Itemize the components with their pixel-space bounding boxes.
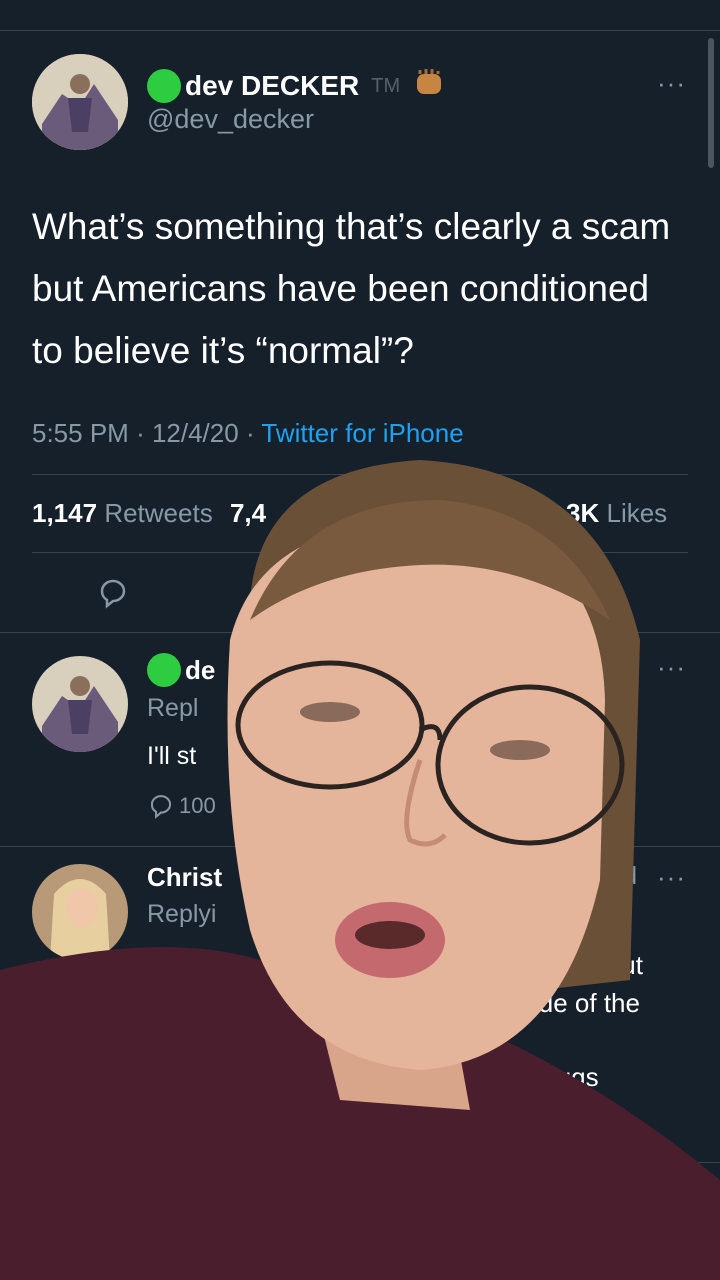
replying-to: Repl	[147, 694, 199, 722]
reply-text-line1: word, but	[536, 950, 643, 980]
scrollbar[interactable]	[708, 38, 714, 168]
tweet-meta: 5:55 PM · 12/4/20 · Twitter for iPhone	[32, 418, 464, 448]
reply-display-name[interactable]: de	[185, 655, 215, 686]
reply-text: I'll st	[147, 742, 197, 770]
top-divider	[0, 30, 720, 31]
reply-text-line3: ation drugs	[470, 1062, 599, 1092]
display-name-row[interactable]: dev DECKER TM	[147, 66, 444, 106]
stats-top-divider	[32, 474, 688, 475]
likes-label: Likes	[606, 498, 668, 528]
likes-stat[interactable]: 3K Likes	[566, 498, 667, 529]
bottom-divider	[0, 1162, 720, 1163]
reply-time-value: 2d	[609, 862, 638, 890]
reply-count-value: 100	[179, 793, 216, 818]
reply-icon[interactable]	[96, 576, 130, 615]
likes-count: 3K	[566, 498, 600, 528]
reply-divider	[0, 846, 720, 847]
handle[interactable]: @dev_decker	[147, 104, 314, 135]
replying-to: Replyi	[147, 900, 217, 928]
avatar[interactable]	[32, 54, 128, 150]
reply-avatar[interactable]	[32, 864, 128, 960]
more-icon[interactable]: ···	[657, 68, 686, 99]
reply-display-name[interactable]: Christ	[147, 862, 222, 893]
quotes-count[interactable]: 7,4	[230, 498, 266, 528]
person-overlay	[0, 460, 720, 1280]
green-circle-emoji-icon	[147, 653, 181, 687]
display-name[interactable]: dev DECKER	[185, 70, 359, 102]
retweets-count[interactable]: 1,147	[32, 498, 97, 528]
tweet-stats: 1,147 Retweets 7,4	[32, 498, 266, 529]
more-icon[interactable]: ···	[657, 652, 686, 683]
retweets-label[interactable]: Retweets	[104, 498, 212, 528]
tweet-source-link[interactable]: Twitter for iPhone	[261, 418, 463, 448]
reply-avatar[interactable]	[32, 656, 128, 752]
reply-name-row[interactable]: de	[147, 652, 215, 688]
action-divider	[0, 632, 720, 633]
stats-bottom-divider	[32, 552, 688, 553]
reply-time: · 2d	[594, 862, 638, 890]
tweet-date: 12/4/20	[151, 418, 239, 448]
tweet-time: 5:55 PM	[32, 418, 129, 448]
reply-text-line2: side of the	[520, 988, 640, 1018]
fist-emoji-icon	[414, 68, 444, 105]
tweet-text: What’s something that’s clearly a scam b…	[32, 206, 671, 371]
green-circle-emoji-icon	[147, 69, 181, 103]
reply-count[interactable]: 100	[147, 792, 216, 820]
tm-mark: TM	[371, 74, 401, 97]
reply-text-start: I'm	[147, 948, 180, 976]
more-icon[interactable]: ···	[657, 862, 686, 893]
reply-icon[interactable]	[147, 792, 175, 820]
